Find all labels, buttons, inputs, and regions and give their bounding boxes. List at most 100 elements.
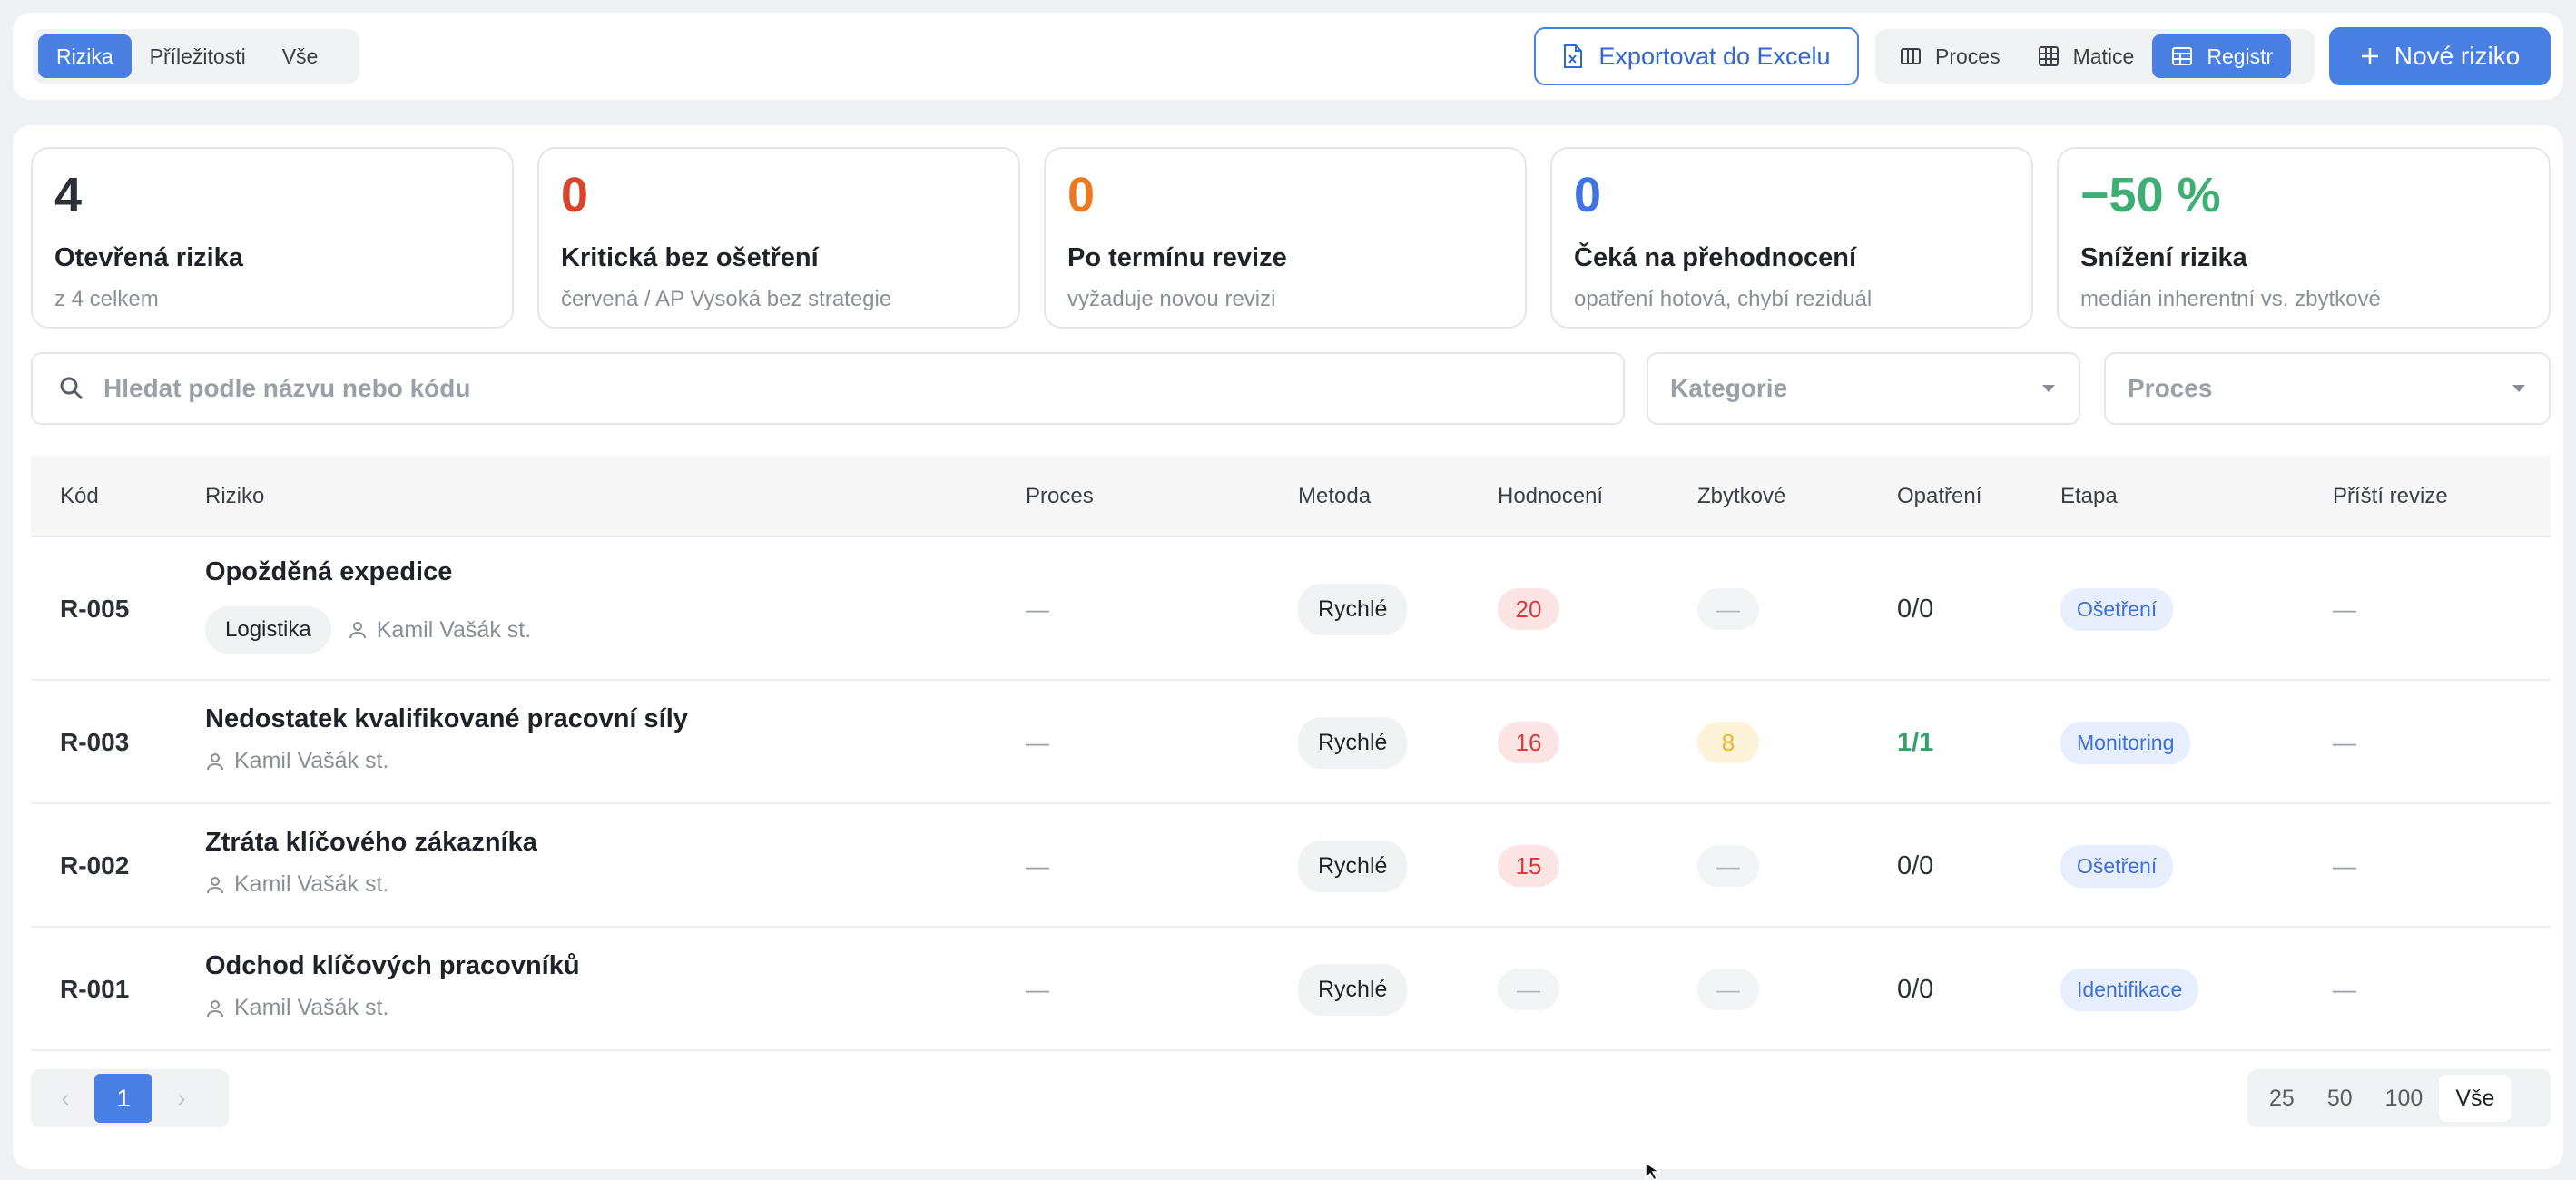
- score-badge: 16: [1498, 722, 1559, 763]
- col-riziko[interactable]: Riziko: [205, 456, 264, 537]
- col-opatreni[interactable]: Opatření: [1897, 456, 1981, 537]
- export-excel-button[interactable]: Exportovat do Excelu: [1534, 27, 1859, 85]
- table-row[interactable]: R-003 Nedostatek kvalifikované pracovní …: [31, 681, 2551, 804]
- row-code: R-005: [60, 595, 130, 623]
- page-size-25[interactable]: 25: [2253, 1075, 2311, 1122]
- stat-label: Po termínu revize: [1067, 243, 1287, 272]
- view-switch: Proces Matice Registr: [1875, 29, 2315, 84]
- stat-value: −50 %: [2080, 168, 2221, 222]
- caret-down-icon: [2512, 385, 2525, 392]
- stat-label: Čeká na přehodnocení: [1574, 243, 1857, 272]
- main-panel: 4 Otevřená rizika z 4 celkem 0 Kritická …: [13, 125, 2563, 1169]
- col-etapa[interactable]: Etapa: [2060, 456, 2118, 537]
- prev-page-button[interactable]: ‹: [36, 1074, 94, 1123]
- stage-badge: Ošetření: [2060, 587, 2174, 631]
- tab-vse[interactable]: Vše: [264, 34, 337, 78]
- table-row[interactable]: R-005 Opožděná expedice Logistika Kamil …: [31, 537, 2551, 681]
- category-select[interactable]: Kategorie: [1647, 352, 2080, 425]
- stat-risk-reduction[interactable]: −50 % Snížení rizika medián inherentní v…: [2057, 147, 2551, 329]
- row-measures: 1/1: [1897, 727, 1934, 757]
- table-row[interactable]: R-002 Ztráta klíčového zákazníka Kamil V…: [31, 804, 2551, 928]
- view-matice-label: Matice: [2072, 44, 2135, 68]
- col-proces[interactable]: Proces: [1026, 456, 1094, 537]
- new-risk-label: Nové riziko: [2394, 42, 2521, 70]
- row-method: Rychlé: [1298, 681, 1408, 804]
- row-score: —: [1498, 928, 1559, 1051]
- view-matice[interactable]: Matice: [2019, 34, 2153, 78]
- new-risk-button[interactable]: Nové riziko: [2329, 27, 2551, 85]
- page-1-button[interactable]: 1: [94, 1074, 152, 1123]
- row-measures: 0/0: [1897, 851, 1934, 880]
- row-measures: 0/0: [1897, 594, 1934, 624]
- stage-badge: Identifikace: [2060, 968, 2199, 1011]
- stat-value: 0: [1067, 168, 1096, 222]
- view-proces[interactable]: Proces: [1881, 34, 2019, 78]
- residual-badge: —: [1697, 588, 1759, 630]
- plus-icon: [2361, 48, 2378, 64]
- stat-critical-untreated[interactable]: 0 Kritická bez ošetření červená / AP Vys…: [537, 147, 1020, 329]
- process-select[interactable]: Proces: [2104, 352, 2551, 425]
- col-pristi-revize[interactable]: Příští revize: [2333, 456, 2448, 537]
- next-page-button[interactable]: ›: [152, 1074, 211, 1123]
- user-icon: [207, 999, 223, 1017]
- row-meta: Kamil Vašák st.: [205, 871, 388, 898]
- row-stage: Ošetření: [2060, 804, 2174, 928]
- row-review: —: [2333, 851, 2356, 880]
- type-switch: Rizika Příležitosti Vše: [33, 29, 359, 84]
- process-placeholder: Proces: [2128, 374, 2213, 402]
- mouse-cursor-icon: [1645, 1162, 1661, 1180]
- row-code: R-002: [60, 851, 130, 880]
- row-title[interactable]: Odchod klíčových pracovníků: [205, 951, 580, 981]
- score-badge: 20: [1498, 588, 1559, 630]
- residual-badge: 8: [1697, 722, 1759, 763]
- owner-name: Kamil Vašák st.: [234, 995, 389, 1020]
- row-review: —: [2333, 975, 2356, 1003]
- stat-overdue-review[interactable]: 0 Po termínu revize vyžaduje novou reviz…: [1044, 147, 1527, 329]
- table-row[interactable]: R-001 Odchod klíčových pracovníků Kamil …: [31, 928, 2551, 1051]
- stat-open-risks[interactable]: 4 Otevřená rizika z 4 celkem: [31, 147, 514, 329]
- stat-label: Otevřená rizika: [54, 243, 243, 272]
- row-stage: Ošetření: [2060, 537, 2174, 681]
- page-size-50[interactable]: 50: [2311, 1075, 2369, 1122]
- table-header: Kód Riziko Proces Metoda Hodnocení Zbytk…: [31, 456, 2551, 537]
- row-code: R-003: [60, 728, 130, 756]
- view-registr[interactable]: Registr: [2152, 34, 2292, 78]
- stat-label: Snížení rizika: [2080, 243, 2247, 272]
- score-badge: 15: [1498, 845, 1559, 887]
- col-metoda[interactable]: Metoda: [1298, 456, 1371, 537]
- owner: Kamil Vašák st.: [205, 748, 388, 774]
- owner: Kamil Vašák st.: [205, 995, 388, 1021]
- col-kod[interactable]: Kód: [60, 456, 99, 537]
- row-score: 16: [1498, 681, 1559, 804]
- search-box: [31, 352, 1625, 425]
- row-residual: —: [1697, 537, 1759, 681]
- table-icon: [2172, 47, 2193, 65]
- tab-prilezitosti[interactable]: Příležitosti: [132, 34, 264, 78]
- caret-down-icon: [2042, 385, 2055, 392]
- row-title[interactable]: Nedostatek kvalifikované pracovní síly: [205, 704, 688, 734]
- page-size-switch: 25 50 100 Vše: [2247, 1069, 2551, 1127]
- col-zbytkove[interactable]: Zbytkové: [1697, 456, 1785, 537]
- top-bar: Rizika Příležitosti Vše Exportovat do Ex…: [13, 13, 2563, 100]
- row-residual: —: [1697, 928, 1759, 1051]
- row-residual: —: [1697, 804, 1759, 928]
- search-input[interactable]: [103, 374, 1556, 403]
- row-review: —: [2333, 595, 2356, 623]
- pagination: ‹ 1 ›: [31, 1069, 229, 1127]
- page-size-100[interactable]: 100: [2369, 1075, 2440, 1122]
- row-title[interactable]: Opožděná expedice: [205, 557, 452, 587]
- row-method: Rychlé: [1298, 537, 1408, 681]
- row-title[interactable]: Ztráta klíčového zákazníka: [205, 828, 537, 858]
- user-icon: [207, 876, 223, 893]
- tab-rizika[interactable]: Rizika: [38, 34, 132, 78]
- col-hodnoceni[interactable]: Hodnocení: [1498, 456, 1603, 537]
- page-size-all[interactable]: Vše: [2439, 1075, 2512, 1122]
- export-label: Exportovat do Excelu: [1598, 42, 1831, 70]
- row-process: —: [1026, 851, 1049, 880]
- stat-sub: z 4 celkem: [54, 287, 159, 311]
- user-icon: [207, 752, 223, 770]
- stat-awaiting-reassessment[interactable]: 0 Čeká na přehodnocení opatření hotová, …: [1550, 147, 2033, 329]
- stat-value: 0: [561, 168, 589, 222]
- stat-value: 0: [1574, 168, 1602, 222]
- row-measures: 0/0: [1897, 974, 1934, 1004]
